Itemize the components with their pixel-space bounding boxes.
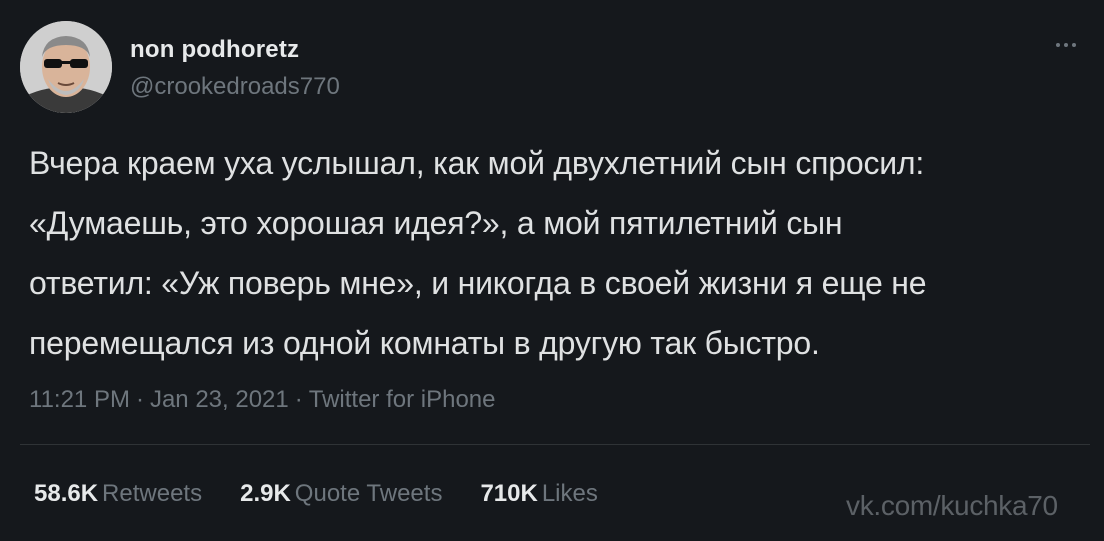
tweet-text-line: ответил: «Уж поверь мне», и никогда в св… — [29, 265, 927, 301]
tweet-text-line: «Думаешь, это хорошая идея?», а мой пяти… — [29, 205, 843, 241]
more-horizontal-icon — [1072, 43, 1076, 47]
tweet-source[interactable]: Twitter for iPhone — [309, 386, 496, 413]
author-avatar[interactable] — [20, 21, 112, 113]
tweet-time[interactable]: 11:21 PM — [29, 386, 130, 413]
retweets-stat[interactable]: 58.6K Retweets — [34, 480, 202, 508]
likes-count: 710K — [480, 480, 538, 507]
author-handle[interactable]: @crookedroads770 — [130, 73, 340, 101]
avatar-portrait — [20, 21, 112, 113]
tweet-text-line: перемещался из одной комнаты в другую та… — [29, 325, 820, 361]
tweet-text: Вчера краем уха услышал, как мой двухлет… — [29, 133, 1089, 373]
tweet-text-line: Вчера краем уха услышал, как мой двухлет… — [29, 145, 925, 181]
tweet-meta: 11:21 PM · Jan 23, 2021 · Twitter for iPhone — [29, 386, 496, 414]
more-options-button[interactable] — [1049, 30, 1083, 60]
likes-stat[interactable]: 710K Likes — [480, 480, 597, 508]
author-display-name[interactable]: non podhoretz — [130, 36, 299, 64]
more-horizontal-icon — [1056, 43, 1060, 47]
watermark: vk.com/kuchka70 — [846, 490, 1058, 521]
meta-separator: · — [135, 386, 144, 413]
retweets-label: Retweets — [102, 480, 203, 507]
likes-label: Likes — [541, 480, 598, 507]
quote-tweets-label: Quote Tweets — [294, 480, 443, 507]
retweets-count: 58.6K — [34, 480, 99, 507]
tweet-stats: 58.6K Retweets 2.9K Quote Tweets 710K Likes — [34, 480, 598, 508]
quote-tweets-count: 2.9K — [240, 480, 291, 507]
meta-separator: · — [294, 386, 303, 413]
more-horizontal-icon — [1064, 43, 1068, 47]
divider — [20, 444, 1090, 445]
quote-tweets-stat[interactable]: 2.9K Quote Tweets — [240, 480, 442, 508]
tweet-date[interactable]: Jan 23, 2021 — [150, 386, 289, 413]
